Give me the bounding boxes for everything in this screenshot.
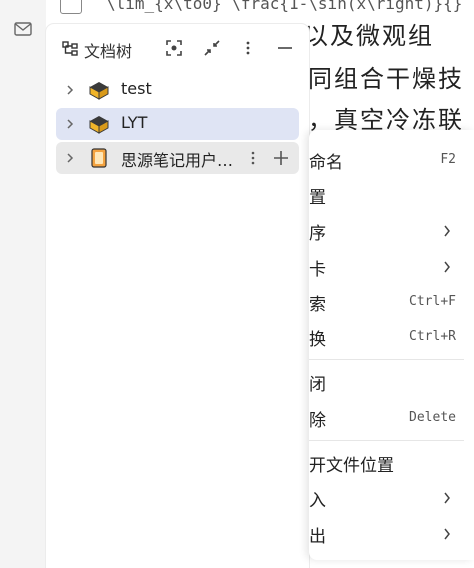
more-vertical-icon[interactable] [246,150,260,166]
math-formula: \lim_{x\to0} \frac{1-\sin(x\right)}{} [106,0,463,13]
mail-icon[interactable] [14,22,32,36]
book-icon [91,148,107,168]
tree-structure-icon [62,41,78,56]
tree-item-label: test [121,79,152,98]
doc-tree-header: 文档树 [46,24,309,72]
menu-item-shortcut: F2 [440,152,456,167]
add-icon[interactable] [272,149,290,167]
tree-item-label: LYT [121,113,148,132]
tree-item-test[interactable]: test [56,74,299,106]
menu-item-label: 置 [309,188,326,208]
chevron-right-icon [444,225,450,237]
menu-item-shortcut: Ctrl+F [409,294,456,309]
focus-icon[interactable] [164,38,184,58]
chevron-right-icon [444,492,450,504]
menu-item-label: 出 [309,527,326,547]
doc-tree-panel: 文档树 test LYT 思源笔记用户… [46,24,309,568]
notebook-box-icon [89,82,109,100]
menu-item-card[interactable]: 卡 [309,249,474,285]
collapse-icon[interactable] [202,38,222,58]
menu-item-open-file-location[interactable]: 开文件位置 [309,445,474,481]
tree-item-lyt[interactable]: LYT [56,108,299,140]
chevron-right-icon[interactable] [64,118,76,130]
menu-item-label: 卡 [309,260,326,280]
menu-item-replace[interactable]: 换 Ctrl+R [309,319,474,355]
menu-item-label: 索 [309,295,326,315]
menu-item-rename[interactable]: 命名 F2 [309,142,474,178]
menu-separator [309,359,464,360]
menu-item-label: 命名 [309,153,343,173]
chevron-right-icon [444,528,450,540]
menu-item-label: 闭 [309,375,326,395]
minimize-icon[interactable] [275,38,295,58]
menu-item-label: 入 [309,491,326,511]
menu-item-label: 开文件位置 [309,456,394,476]
menu-item-close[interactable]: 闭 [309,364,474,400]
tree-item-user-guide[interactable]: 思源笔记用户… [56,142,299,174]
formula-block-icon [60,0,82,14]
menu-item-label: 除 [309,411,326,431]
chevron-right-icon[interactable] [64,84,76,96]
tree-item-label: 思源笔记用户… [121,151,234,170]
notebook-box-icon [89,116,109,134]
menu-item-label: 换 [309,330,326,350]
chevron-right-icon [444,261,450,273]
doc-tree-title: 文档树 [84,42,133,61]
context-menu: 命名 F2 置 序 卡 索 Ctrl+F 换 Ctrl+R 闭 除 Delete… [309,130,474,560]
menu-item-sort[interactable]: 序 [309,213,474,249]
menu-item-shortcut: Delete [409,410,456,425]
left-dock [0,0,47,568]
menu-item-delete[interactable]: 除 Delete [309,400,474,436]
chevron-right-icon[interactable] [64,152,76,164]
menu-item-shortcut: Ctrl+R [409,329,456,344]
menu-separator [309,440,464,441]
menu-item-export[interactable]: 出 [309,516,474,552]
menu-item-import[interactable]: 入 [309,480,474,516]
more-vertical-icon[interactable] [238,38,258,58]
menu-item-label: 序 [309,224,326,244]
editor-line-2: 同组合干燥技 [308,65,464,93]
menu-item-search[interactable]: 索 Ctrl+F [309,284,474,320]
menu-item-position[interactable]: 置 [309,177,474,213]
